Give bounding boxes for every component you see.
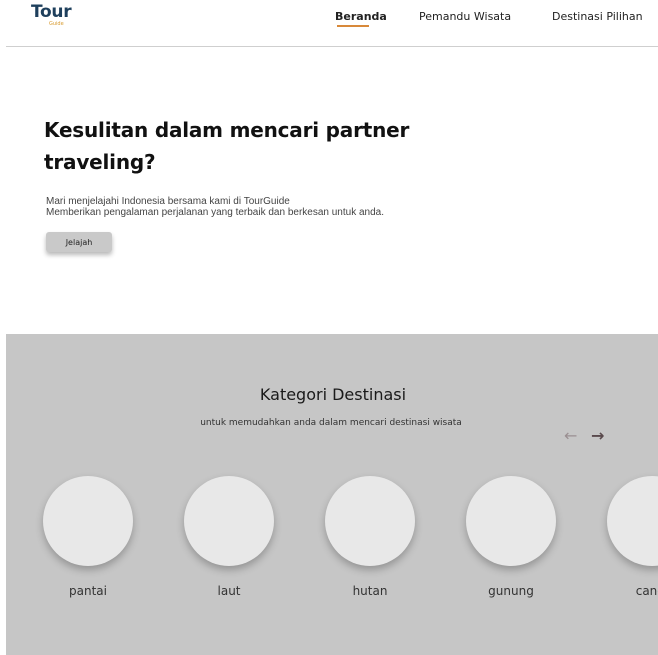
category-label: laut — [217, 584, 241, 598]
category-item-candi[interactable]: candi — [607, 476, 658, 598]
nav-item-home-label: Beranda — [335, 10, 387, 23]
hero-title: Kesulitan dalam mencari partner travelin… — [44, 118, 410, 174]
category-section: Kategori Destinasi untuk memudahkan anda… — [6, 334, 658, 655]
category-subtitle: untuk memudahkan anda dalam mencari dest… — [200, 418, 462, 428]
nav-item-guides[interactable]: Pemandu Wisata — [419, 10, 511, 23]
arrow-right-icon[interactable]: → — [591, 426, 604, 446]
hero-description-line: Memberikan pengalaman perjalanan yang te… — [46, 207, 385, 218]
arrow-left-icon[interactable]: ← — [564, 426, 577, 446]
explore-button[interactable]: Jelajah — [46, 232, 112, 252]
category-label: hutan — [352, 584, 388, 598]
site-header: Tour Guide Beranda Pemandu Wisata Destin… — [0, 0, 658, 48]
category-item-gunung[interactable]: gunung — [466, 476, 558, 598]
logo-text: Tour — [31, 2, 72, 22]
category-label: candi — [635, 584, 658, 598]
category-image — [184, 476, 274, 566]
category-image — [43, 476, 133, 566]
nav-active-indicator — [337, 25, 369, 27]
logo[interactable]: Tour Guide — [31, 2, 72, 28]
nav-item-destinations[interactable]: Destinasi Pilihan — [552, 10, 643, 23]
category-image — [325, 476, 415, 566]
hero-description-line: Mari menjelajahi Indonesia bersama kami … — [46, 196, 290, 207]
header-divider — [6, 46, 658, 47]
category-item-hutan[interactable]: hutan — [325, 476, 417, 598]
category-item-pantai[interactable]: pantai — [43, 476, 135, 598]
category-label: gunung — [488, 584, 534, 598]
nav-item-home[interactable]: Beranda — [335, 10, 387, 27]
category-title: Kategori Destinasi — [259, 385, 407, 404]
category-item-laut[interactable]: laut — [184, 476, 276, 598]
hero-description: Mari menjelajahi Indonesia bersama kami … — [46, 196, 384, 218]
category-image — [607, 476, 658, 566]
category-image — [466, 476, 556, 566]
category-label: pantai — [69, 584, 107, 598]
